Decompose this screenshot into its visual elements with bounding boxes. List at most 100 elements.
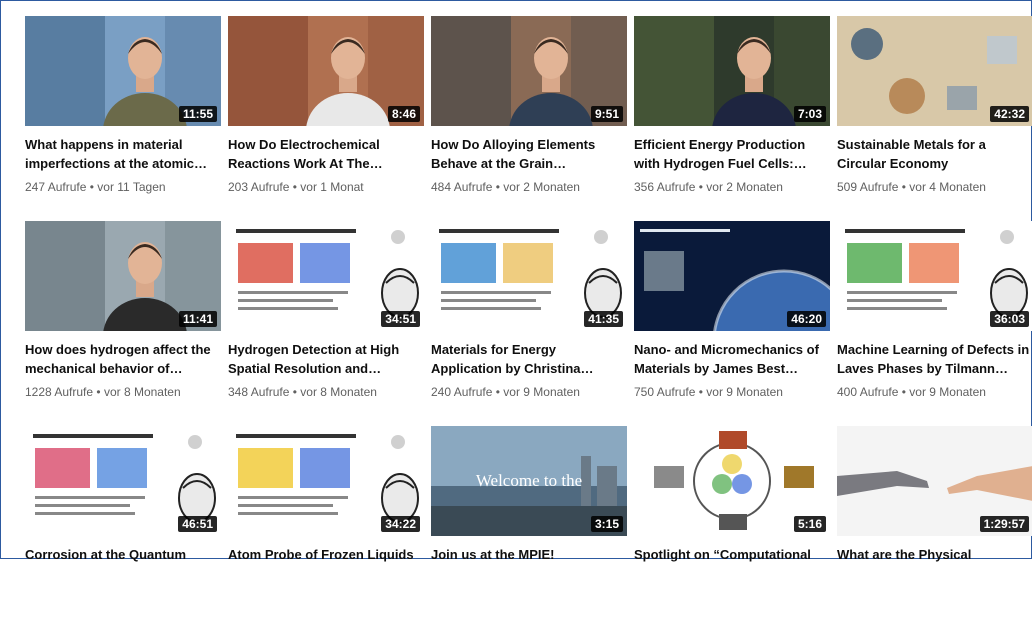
video-title[interactable]: Materials for Energy Application by Chri… [431, 340, 627, 378]
video-thumbnail[interactable]: 9:51 [431, 16, 627, 126]
video-meta: 356 Aufrufe • vor 2 Monaten [634, 179, 830, 195]
meta-separator: • [492, 385, 504, 399]
video-thumbnail[interactable]: Welcome to the 3:15 [431, 426, 627, 536]
video-card[interactable]: 46:51 Corrosion at the Quantum [25, 426, 221, 631]
duration-badge: 11:41 [178, 311, 217, 327]
video-title[interactable]: What happens in material imperfections a… [25, 135, 221, 173]
video-title[interactable]: How does hydrogen affect the mechanical … [25, 340, 221, 378]
upload-age: vor 11 Tagen [97, 180, 166, 194]
upload-age: vor 9 Monaten [706, 385, 783, 399]
video-card[interactable]: 42:32 Sustainable Metals for a Circular … [837, 16, 1032, 221]
video-thumbnail[interactable]: 11:55 [25, 16, 221, 126]
duration-badge: 41:35 [584, 311, 623, 327]
duration-badge: 7:03 [793, 106, 826, 122]
video-meta: 750 Aufrufe • vor 9 Monaten [634, 384, 830, 400]
video-card[interactable]: 11:55 What happens in material imperfect… [25, 16, 221, 221]
video-thumbnail[interactable]: 46:20 [634, 221, 830, 331]
upload-age: vor 2 Monaten [706, 180, 783, 194]
upload-age: vor 2 Monaten [503, 180, 580, 194]
video-card[interactable]: 9:51 How Do Alloying Elements Behave at … [431, 16, 627, 221]
video-meta: 484 Aufrufe • vor 2 Monaten [431, 179, 627, 195]
meta-separator: • [898, 385, 910, 399]
video-meta: 247 Aufrufe • vor 11 Tagen [25, 179, 221, 195]
video-title[interactable]: Atom Probe of Frozen Liquids [228, 545, 424, 583]
video-card[interactable]: 41:35 Materials for Energy Application b… [431, 221, 627, 426]
video-title[interactable]: Nano- and Micromechanics of Materials by… [634, 340, 830, 378]
meta-separator: • [289, 385, 301, 399]
view-count: 356 Aufrufe [634, 180, 696, 194]
video-thumbnail[interactable]: 7:03 [634, 16, 830, 126]
meta-separator: • [695, 385, 707, 399]
video-card[interactable]: 46:20 Nano- and Micromechanics of Materi… [634, 221, 830, 426]
video-title[interactable]: What are the Physical [837, 545, 1032, 583]
video-meta: 509 Aufrufe • vor 4 Monaten [837, 179, 1032, 195]
video-thumbnail[interactable]: 41:35 [431, 221, 627, 331]
duration-badge: 36:03 [990, 311, 1029, 327]
video-card[interactable]: 1:29:57 What are the Physical [837, 426, 1032, 631]
video-title[interactable]: Hydrogen Detection at High Spatial Resol… [228, 340, 424, 378]
duration-badge: 3:15 [590, 516, 623, 532]
meta-separator: • [86, 180, 98, 194]
video-thumbnail[interactable]: 8:46 [228, 16, 424, 126]
duration-badge: 46:51 [178, 516, 217, 532]
video-card[interactable]: 34:22 Atom Probe of Frozen Liquids [228, 426, 424, 631]
view-count: 240 Aufrufe [431, 385, 493, 399]
video-card[interactable]: 11:41 How does hydrogen affect the mecha… [25, 221, 221, 426]
meta-separator: • [695, 180, 707, 194]
video-thumbnail[interactable]: 42:32 [837, 16, 1032, 126]
duration-badge: 34:22 [381, 516, 420, 532]
video-meta: 348 Aufrufe • vor 8 Monaten [228, 384, 424, 400]
video-thumbnail[interactable]: 1:29:57 [837, 426, 1032, 536]
video-card[interactable]: 7:03 Efficient Energy Production with Hy… [634, 16, 830, 221]
view-count: 247 Aufrufe [25, 180, 87, 194]
view-count: 509 Aufrufe [837, 180, 899, 194]
video-meta: 400 Aufrufe • vor 9 Monaten [837, 384, 1032, 400]
video-card[interactable]: 8:46 How Do Electrochemical Reactions Wo… [228, 16, 424, 221]
upload-age: vor 4 Monaten [909, 180, 986, 194]
video-thumbnail[interactable]: 11:41 [25, 221, 221, 331]
view-count: 203 Aufrufe [228, 180, 290, 194]
view-count: 400 Aufrufe [837, 385, 899, 399]
video-thumbnail[interactable]: 5:16 [634, 426, 830, 536]
video-thumbnail[interactable]: 36:03 [837, 221, 1032, 331]
duration-badge: 46:20 [787, 311, 826, 327]
video-card[interactable]: 5:16 Spotlight on “Computational [634, 426, 830, 631]
video-card[interactable]: 36:03 Machine Learning of Defects in Lav… [837, 221, 1032, 426]
video-title[interactable]: Sustainable Metals for a Circular Econom… [837, 135, 1032, 173]
video-title[interactable]: How Do Electrochemical Reactions Work At… [228, 135, 424, 173]
video-title[interactable]: How Do Alloying Elements Behave at the G… [431, 135, 627, 173]
video-meta: 203 Aufrufe • vor 1 Monat [228, 179, 424, 195]
upload-age: vor 8 Monaten [300, 385, 377, 399]
thumbnail-overlay-text: Welcome to the [476, 471, 582, 490]
view-count: 484 Aufrufe [431, 180, 493, 194]
video-thumbnail[interactable]: 34:22 [228, 426, 424, 536]
duration-badge: 8:46 [387, 106, 420, 122]
upload-age: vor 9 Monaten [909, 385, 986, 399]
video-thumbnail[interactable]: 34:51 [228, 221, 424, 331]
video-thumbnail[interactable]: 46:51 [25, 426, 221, 536]
video-grid: 11:55 What happens in material imperfect… [25, 16, 1032, 631]
view-count: 1228 Aufrufe [25, 385, 94, 399]
meta-separator: • [898, 180, 910, 194]
upload-age: vor 9 Monaten [503, 385, 580, 399]
duration-badge: 1:29:57 [979, 516, 1029, 532]
video-meta: 240 Aufrufe • vor 9 Monaten [431, 384, 627, 400]
video-title[interactable]: Spotlight on “Computational [634, 545, 830, 583]
video-card[interactable]: Welcome to the 3:15 Join us at the MPIE! [431, 426, 627, 631]
meta-separator: • [492, 180, 504, 194]
video-meta: 1228 Aufrufe • vor 8 Monaten [25, 384, 221, 400]
video-title[interactable]: Join us at the MPIE! [431, 545, 627, 583]
meta-separator: • [289, 180, 301, 194]
video-title[interactable]: Efficient Energy Production with Hydroge… [634, 135, 830, 173]
view-count: 348 Aufrufe [228, 385, 290, 399]
duration-badge: 9:51 [590, 106, 623, 122]
video-title[interactable]: Machine Learning of Defects in Laves Pha… [837, 340, 1032, 378]
upload-age: vor 8 Monaten [103, 385, 181, 399]
video-card[interactable]: 34:51 Hydrogen Detection at High Spatial… [228, 221, 424, 426]
duration-badge: 5:16 [793, 516, 826, 532]
upload-age: vor 1 Monat [300, 180, 364, 194]
meta-separator: • [93, 385, 104, 399]
duration-badge: 34:51 [381, 311, 420, 327]
duration-badge: 42:32 [990, 106, 1029, 122]
video-title[interactable]: Corrosion at the Quantum [25, 545, 221, 583]
